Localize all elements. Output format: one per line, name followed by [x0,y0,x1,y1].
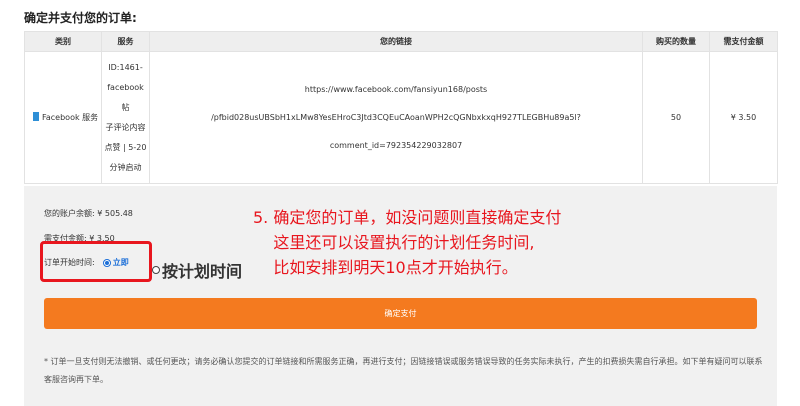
balance-label: 您的账户余额: [44,209,95,218]
annotation-line-1: 5. 确定您的订单，如没问题则直接确定支付 [253,208,562,227]
radio-scheduled-label: 按计划时间 [162,262,243,281]
service-line: 子评论内容 [105,122,146,132]
link-line-2: /pfbid028usUBSbH1xLMw8YesEHroC3Jtd3CQEuC… [211,112,581,150]
price-cell: ¥ 3.50 [709,51,778,184]
header-link: 您的链接 [149,31,643,52]
category-cell: Facebook 服务 [24,51,102,184]
radio-unselected-icon [152,266,160,274]
link-line-1: https://www.facebook.com/fansiyun168/pos… [304,84,488,94]
facebook-icon [33,112,39,121]
service-line: 分钟启动 [109,162,142,172]
annotation-text: 5. 确定您的订单，如没问题则直接确定支付 这里还可以设置执行的计划任务时间, … [253,205,561,280]
balance-value: ¥ 505.48 [97,209,133,218]
service-line: facebook帖 [107,82,144,112]
header-quantity: 购买的数量 [642,31,710,52]
service-line: ID:1461- [108,62,143,72]
quantity-cell: 50 [642,51,710,184]
annotation-line-2: 这里还可以设置执行的计划任务时间, [253,233,535,252]
header-service: 服务 [101,31,150,52]
disclaimer-text: * 订单一旦支付则无法撤销、或任何更改；请务必确认您提交的订单链接和所需服务正确… [44,357,763,384]
confirm-payment-button[interactable]: 确定支付 [44,298,757,329]
radio-scheduled[interactable]: 按计划时间 [152,258,242,282]
header-category: 类别 [24,31,102,52]
order-table: 类别 服务 您的链接 购买的数量 需支付金额 Facebook 服务 ID:14… [24,31,778,184]
header-price: 需支付金额 [709,31,778,52]
annotation-line-3: 比如安排到明天10点才开始执行。 [253,258,518,277]
service-cell: ID:1461- facebook帖 子评论内容 点赞 | 5-20 分钟启动 [101,51,150,184]
table-row: Facebook 服务 ID:1461- facebook帖 子评论内容 点赞 … [24,51,778,184]
account-balance: 您的账户余额: ¥ 505.48 [44,208,133,219]
category-label: Facebook 服务 [42,113,99,122]
page-title: 确定并支付您的订单: [24,11,137,25]
service-line: 点赞 | 5-20 [104,142,147,152]
link-cell: https://www.facebook.com/fansiyun168/pos… [149,51,643,184]
table-header-row: 类别 服务 您的链接 购买的数量 需支付金额 [24,31,778,52]
annotation-highlight-box [40,241,152,282]
